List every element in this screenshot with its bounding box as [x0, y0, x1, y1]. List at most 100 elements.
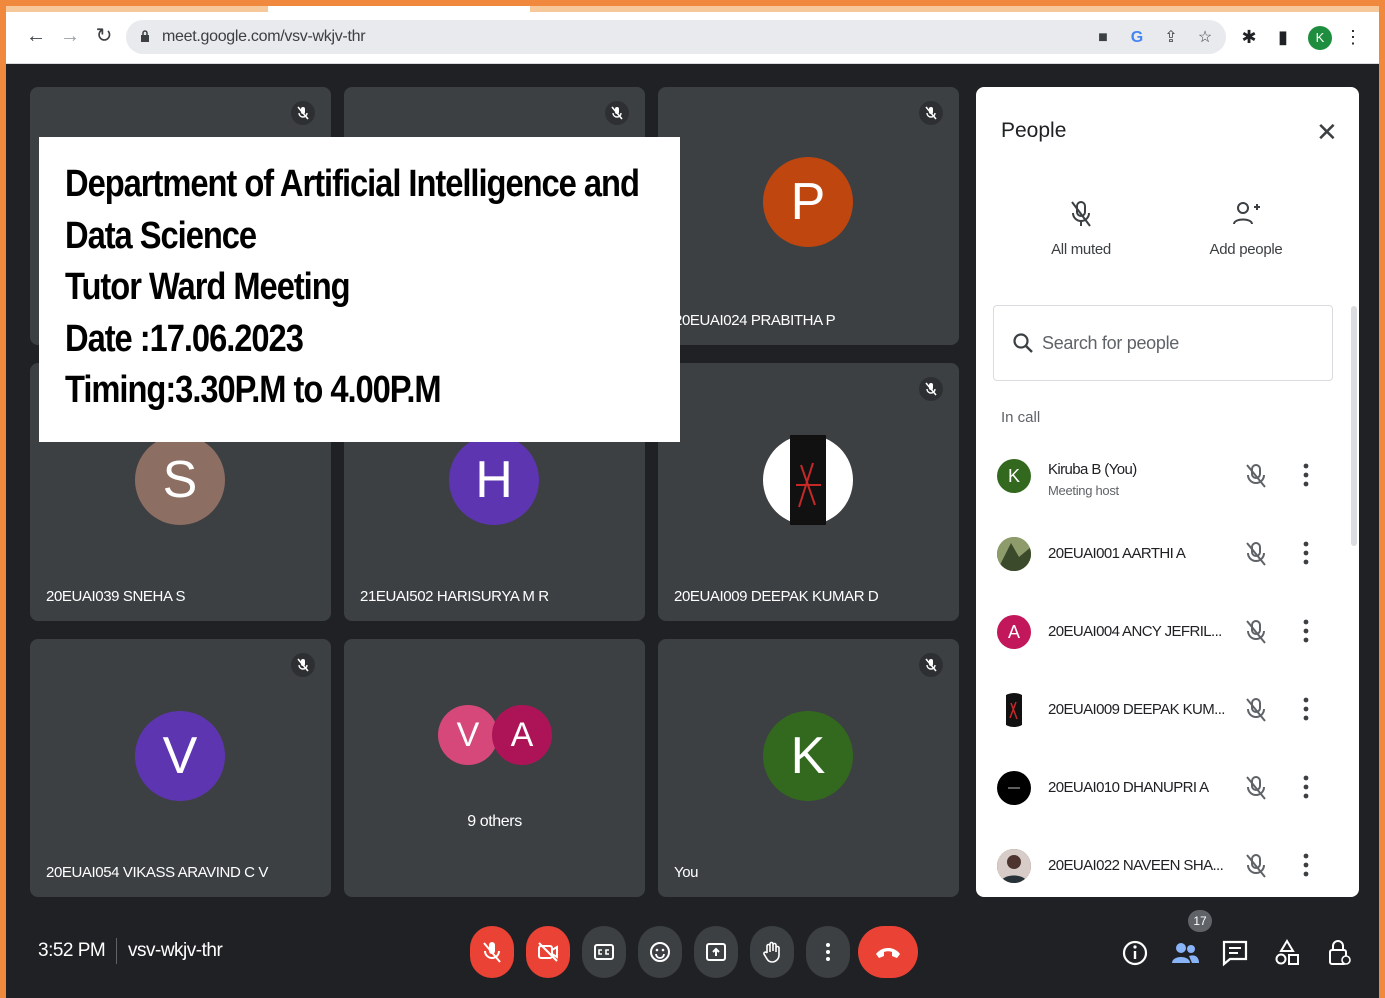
participant-name: 20EUAI054 VIKASS ARAVIND C V — [46, 864, 268, 881]
divider — [116, 938, 117, 964]
mic-off-icon[interactable] — [1244, 775, 1268, 801]
meeting-banner: Department of Artificial Intelligence an… — [39, 137, 680, 442]
muted-mic-icon — [605, 101, 629, 125]
meeting-code: vsv-wkjv-thr — [128, 940, 223, 961]
avatar-others-v: V — [438, 705, 498, 765]
more-options-icon[interactable] — [1301, 695, 1311, 723]
close-icon[interactable]: ✕ — [1316, 117, 1338, 148]
present-screen-icon — [706, 943, 726, 961]
people-search-box[interactable] — [993, 305, 1333, 381]
participant-row[interactable]: K Kiruba B (You) Meeting host — [976, 447, 1359, 507]
reload-icon[interactable]: ↻ — [92, 24, 116, 48]
participant-name: 20EUAI009 DEEPAK KUMAR D — [674, 588, 879, 605]
add-person-icon — [1186, 199, 1306, 233]
participant-name: 20EUAI022 NAVEEN SHA... — [1048, 857, 1224, 874]
avatar: K — [997, 459, 1031, 493]
microphone-toggle-button[interactable] — [470, 926, 514, 978]
mic-off-icon[interactable] — [1244, 619, 1268, 645]
leave-call-button[interactable] — [858, 926, 918, 978]
reactions-button[interactable] — [638, 926, 682, 978]
participant-tile-prabitha[interactable]: P 20EUAI024 PRABITHA P — [658, 87, 959, 345]
emoji-icon — [650, 942, 670, 962]
more-options-icon[interactable] — [1301, 461, 1311, 489]
camera-toggle-button[interactable] — [526, 926, 570, 978]
share-icon[interactable]: ⇪ — [1162, 29, 1180, 47]
url-text: meet.google.com/vsv-wkjv-thr — [162, 28, 366, 45]
mic-off-icon[interactable] — [1244, 541, 1268, 567]
participant-name: 20EUAI010 DHANUPRI A — [1048, 779, 1209, 796]
meeting-time: 3:52 PM — [38, 940, 106, 961]
browser-menu-icon[interactable]: ⋮ — [1342, 26, 1364, 48]
participant-name: Kiruba B (You) — [1048, 461, 1137, 478]
participant-name: 20EUAI009 DEEPAK KUM... — [1048, 701, 1225, 718]
more-options-button[interactable] — [806, 926, 850, 978]
host-controls-icon[interactable] — [1324, 938, 1354, 968]
banner-line-department: Department of Artificial Intelligence an… — [65, 163, 640, 205]
chat-icon[interactable] — [1220, 938, 1250, 968]
more-options-icon[interactable] — [1301, 539, 1311, 567]
participant-tile-deepak[interactable]: 20EUAI009 DEEPAK KUMAR D — [658, 363, 959, 621]
avatar-harisurya: H — [449, 435, 539, 525]
participant-row[interactable]: 20EUAI001 AARTHI A — [976, 525, 1359, 585]
participant-row[interactable]: 20EUAI009 DEEPAK KUM... — [976, 681, 1359, 741]
participant-row[interactable]: 20EUAI022 NAVEEN SHA... — [976, 837, 1359, 897]
muted-mic-icon — [919, 653, 943, 677]
present-now-button[interactable] — [694, 926, 738, 978]
active-tab[interactable] — [268, 6, 530, 12]
banner-line-date: Date :17.06.2023 — [65, 318, 304, 360]
closed-captions-icon — [594, 944, 614, 960]
more-options-icon[interactable] — [1301, 851, 1311, 879]
extensions-icon[interactable]: ✱ — [1238, 26, 1260, 48]
avatar — [997, 771, 1031, 805]
avatar — [997, 537, 1031, 571]
mic-off-icon[interactable] — [1244, 697, 1268, 723]
people-panel-title: People — [1001, 119, 1067, 142]
side-panel-icon[interactable]: ▮ — [1272, 26, 1294, 48]
participant-role: Meeting host — [1048, 483, 1119, 498]
people-panel: People ✕ All muted Add people In call K … — [976, 87, 1359, 897]
others-tile[interactable]: V A 9 others — [344, 639, 645, 897]
camera-in-use-icon[interactable]: ■ — [1094, 29, 1112, 47]
profile-avatar[interactable]: K — [1308, 26, 1332, 50]
raise-hand-button[interactable] — [750, 926, 794, 978]
search-people-input[interactable] — [1042, 326, 1312, 360]
self-tile[interactable]: K You — [658, 639, 959, 897]
avatar: A — [997, 615, 1031, 649]
participant-name: 20EUAI024 PRABITHA P — [674, 312, 836, 329]
forward-icon[interactable]: → — [58, 24, 82, 48]
participant-row[interactable]: 20EUAI010 DHANUPRI A — [976, 759, 1359, 819]
people-icon[interactable] — [1170, 938, 1200, 968]
avatar-deepak — [763, 435, 853, 525]
more-vert-icon — [826, 943, 830, 961]
muted-mic-icon — [919, 377, 943, 401]
activities-icon[interactable] — [1272, 938, 1302, 968]
participant-name: You — [674, 864, 699, 881]
google-lens-icon[interactable]: G — [1128, 29, 1146, 47]
all-muted-button[interactable]: All muted — [1021, 199, 1141, 258]
address-bar[interactable]: meet.google.com/vsv-wkjv-thr ■ G ⇪ ☆ — [126, 20, 1226, 54]
bookmark-star-icon[interactable]: ☆ — [1196, 29, 1214, 47]
avatar — [997, 849, 1031, 883]
meeting-details-icon[interactable] — [1120, 938, 1150, 968]
participant-name: 20EUAI004 ANCY JEFRIL... — [1048, 623, 1222, 640]
end-call-icon — [876, 948, 900, 958]
more-options-icon[interactable] — [1301, 617, 1311, 645]
banner-line-timing: Timing:3.30P.M to 4.00P.M — [65, 369, 442, 411]
banner-line-meeting: Tutor Ward Meeting — [65, 266, 351, 308]
back-icon[interactable]: ← — [24, 24, 48, 48]
participant-row[interactable]: A 20EUAI004 ANCY JEFRIL... — [976, 603, 1359, 663]
avatar-vikass: V — [135, 711, 225, 801]
mic-off-icon — [1021, 199, 1141, 233]
add-people-button[interactable]: Add people — [1186, 199, 1306, 258]
captions-button[interactable] — [582, 926, 626, 978]
mic-off-icon[interactable] — [1244, 853, 1268, 879]
avatar-sneha: S — [135, 435, 225, 525]
more-options-icon[interactable] — [1301, 773, 1311, 801]
avatar — [997, 693, 1031, 727]
people-panel-scrollbar[interactable] — [1351, 306, 1357, 546]
participant-name: 20EUAI039 SNEHA S — [46, 588, 186, 605]
mic-off-icon[interactable] — [1244, 463, 1268, 489]
participant-tile-vikass[interactable]: V 20EUAI054 VIKASS ARAVIND C V — [30, 639, 331, 897]
participant-name: 20EUAI001 AARTHI A — [1048, 545, 1186, 562]
tab-strip — [6, 6, 1379, 12]
